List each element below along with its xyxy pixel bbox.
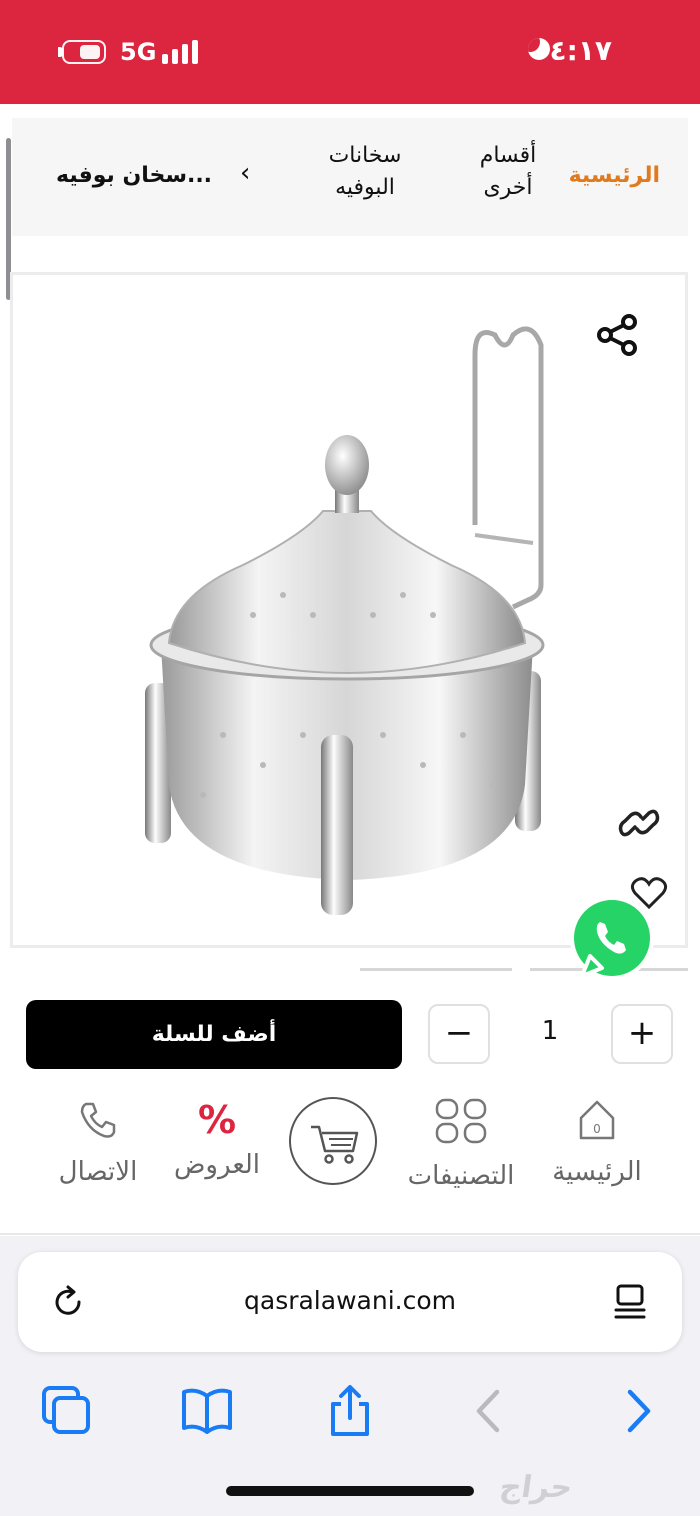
back-icon[interactable] (463, 1384, 517, 1438)
home-badge: 0 (593, 1122, 601, 1136)
nav-contact-label: الاتصال (58, 1157, 138, 1187)
status-time: ٤:١٧ (549, 34, 612, 67)
grid-icon (435, 1098, 487, 1144)
nav-cart-button[interactable] (289, 1097, 377, 1185)
network-type: 5G (120, 38, 157, 66)
percent-icon: % (197, 1098, 237, 1142)
share-page-icon[interactable] (323, 1384, 377, 1438)
share-icon[interactable] (593, 311, 641, 359)
nav-offers[interactable]: % العروض (164, 1098, 270, 1180)
nav-home-label: الرئيسية (552, 1157, 642, 1187)
product-image-card (10, 272, 688, 948)
nav-contact[interactable]: الاتصال (48, 1098, 148, 1187)
quantity-decrease-button[interactable]: − (428, 1004, 490, 1064)
url-text[interactable]: qasralawani.com (18, 1286, 682, 1315)
home-indicator[interactable] (226, 1486, 474, 1496)
nav-categories[interactable]: التصنيفات (394, 1098, 528, 1191)
reader-mode-icon[interactable] (610, 1282, 650, 1322)
quantity-value[interactable]: 1 (520, 1016, 580, 1046)
home-icon: 0 (579, 1100, 615, 1140)
status-bar: 5G ٤:١٧ (0, 0, 700, 104)
divider (0, 1233, 700, 1235)
moon-icon (528, 38, 550, 60)
signal-icon (162, 40, 200, 64)
haraj-watermark: حراج (497, 1470, 575, 1505)
phone-icon (80, 1102, 116, 1138)
whatsapp-icon[interactable] (562, 894, 658, 990)
gallery-indicator[interactable] (360, 968, 512, 971)
add-to-cart-button[interactable]: أضف للسلة (26, 1000, 402, 1069)
forward-icon[interactable] (610, 1384, 664, 1438)
cart-icon (311, 1125, 359, 1164)
address-bar[interactable]: qasralawani.com (18, 1252, 682, 1352)
breadcrumb-home[interactable]: الرئيسية (569, 160, 660, 192)
breadcrumb: الرئيسية أقسام أخرى سخانات البوفيه ‹ سخا… (12, 118, 688, 236)
bookmarks-icon[interactable] (180, 1384, 234, 1438)
quantity-increase-button[interactable]: + (611, 1004, 673, 1064)
link-icon[interactable] (617, 801, 661, 845)
breadcrumb-buffet-warmers[interactable]: سخانات البوفيه (310, 140, 420, 204)
breadcrumb-current: سخان بوفيه... (56, 163, 213, 188)
nav-categories-label: التصنيفات (407, 1161, 515, 1191)
chevron-left-icon: ‹ (240, 158, 251, 188)
nav-home[interactable]: 0 الرئيسية (540, 1098, 654, 1187)
tabs-icon[interactable] (40, 1384, 94, 1438)
nav-offers-label: العروض (173, 1150, 261, 1180)
battery-nub (58, 47, 63, 57)
battery-icon (62, 40, 106, 64)
breadcrumb-other-sections[interactable]: أقسام أخرى (463, 140, 553, 204)
product-photo[interactable] (133, 315, 573, 915)
